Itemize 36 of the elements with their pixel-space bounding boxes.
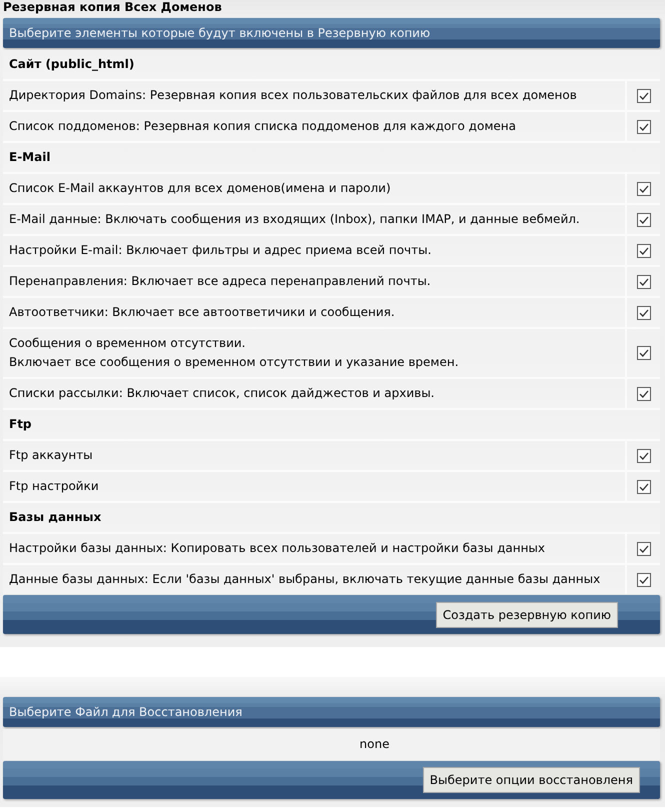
- panel-header: Выберите элементы которые будут включены в Резервную копию: [3, 18, 660, 48]
- checkbox[interactable]: [636, 88, 650, 102]
- option-label: Перенаправления: Включает все адреса перенаправлений почты.: [3, 267, 625, 296]
- option-label: Список E-Mail аккаунтов для всех доменов(имена и пароли): [3, 174, 625, 203]
- option-label: Список поддоменов: Резервная копия списка поддоменов для каждого домена: [3, 112, 625, 141]
- checkbox[interactable]: [636, 182, 650, 196]
- checkbox[interactable]: [636, 542, 650, 556]
- checkbox[interactable]: [636, 386, 650, 400]
- option-label: Данные базы данных: Если 'базы данных' выбраны, включать текущие данные базы данных: [3, 565, 625, 594]
- checkbox[interactable]: [636, 274, 650, 288]
- option-label: Ftp аккаунты: [3, 441, 625, 470]
- checkbox[interactable]: [636, 480, 650, 494]
- checkbox[interactable]: [636, 244, 650, 258]
- option-label: E-Mail данные: Включать сообщения из входящих (Inbox), папки IMAP, и данные вебмейл.: [3, 205, 625, 234]
- option-label: Автоответчики: Включает все автоответичики и сообщения.: [3, 298, 625, 327]
- option-label: Директория Domains: Резервная копия всех пользовательских файлов для всех доменов: [3, 81, 625, 110]
- restore-options-button[interactable]: Выберите опции восстановленя: [422, 767, 640, 793]
- section-title: Ftp: [3, 410, 660, 439]
- checkbox[interactable]: [636, 212, 650, 226]
- option-label: Настройки E-mail: Включает фильтры и адрес приема всей почты.: [3, 236, 625, 265]
- create-backup-button[interactable]: Создать резервную копию: [436, 602, 618, 628]
- file-value: none: [3, 729, 660, 760]
- section-title: Сайт (public_html): [3, 50, 660, 79]
- checkbox[interactable]: [636, 306, 650, 320]
- option-label: Настройки базы данных: Копировать всех пользователей и настройки базы данных: [3, 534, 625, 563]
- checkbox[interactable]: [636, 120, 650, 134]
- checkbox[interactable]: [636, 346, 650, 360]
- option-label: Сообщения о временном отсутствии. Включает все сообщения о временном отсутствии и указание времен.: [3, 329, 625, 377]
- section-title: Базы данных: [3, 503, 660, 532]
- page-title: Резервная копия Всех Доменов: [3, 0, 223, 16]
- checkbox[interactable]: [636, 572, 650, 586]
- panel-header: Выберите Файл для Восстановления: [3, 697, 660, 727]
- section-title: E-Mail: [3, 143, 660, 172]
- option-label: Списки рассылки: Включает список, список дайджестов и архивы.: [3, 379, 625, 408]
- checkbox[interactable]: [636, 448, 650, 462]
- option-label: Ftp настройки: [3, 472, 625, 501]
